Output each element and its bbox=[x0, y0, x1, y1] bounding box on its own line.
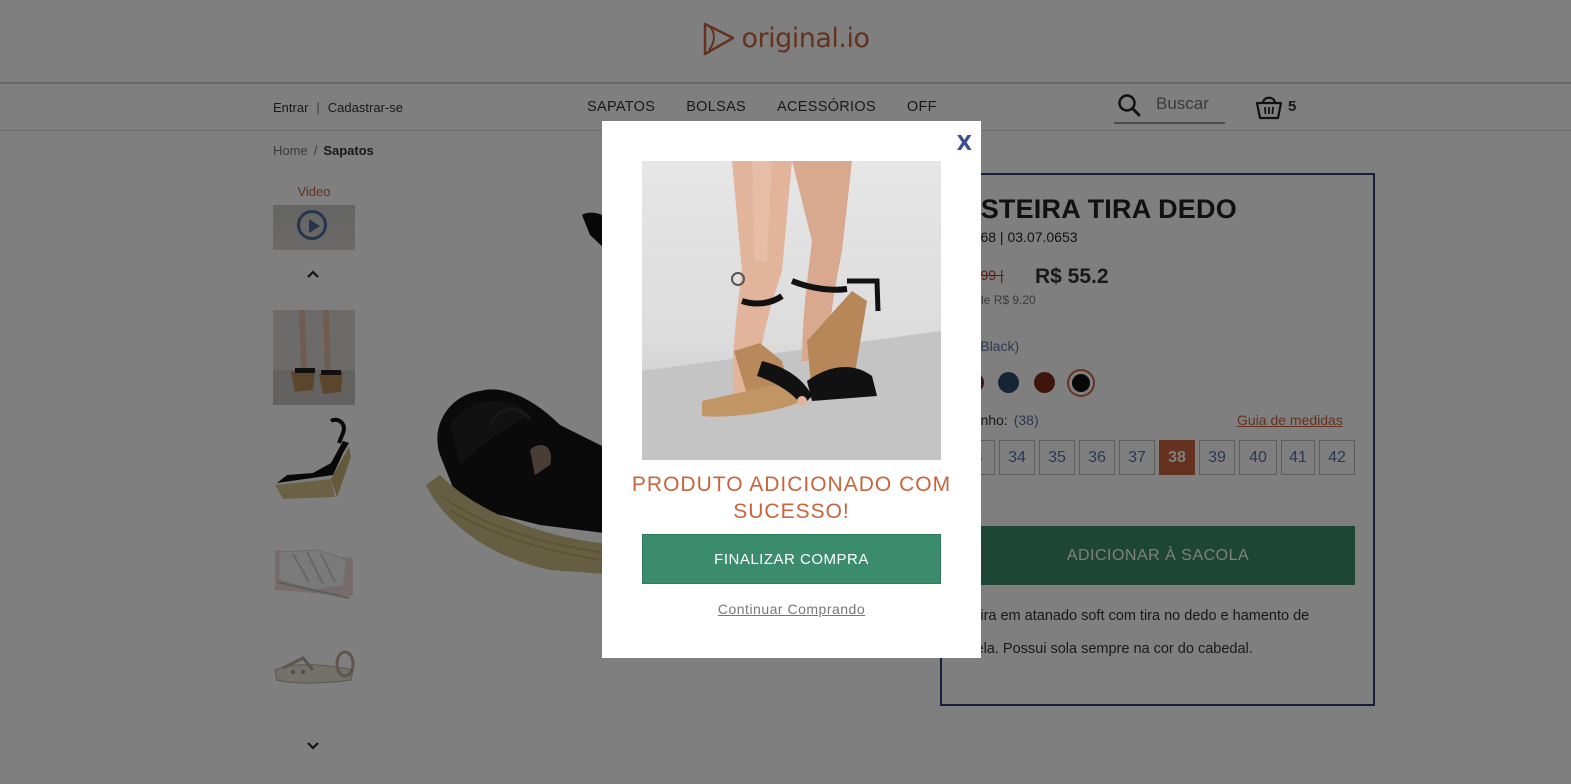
modal-title: PRODUTO ADICIONADO COM SUCESSO! bbox=[631, 473, 952, 523]
continue-shopping-link[interactable]: Continuar Comprando bbox=[642, 601, 941, 617]
modal-product-image bbox=[642, 161, 941, 460]
close-icon[interactable]: X bbox=[957, 131, 972, 155]
added-to-cart-modal: X PRODUTO ADICIONADO COM SUCESSO! FINALI… bbox=[602, 121, 981, 658]
finish-purchase-button[interactable]: FINALIZAR COMPRA bbox=[642, 534, 941, 584]
